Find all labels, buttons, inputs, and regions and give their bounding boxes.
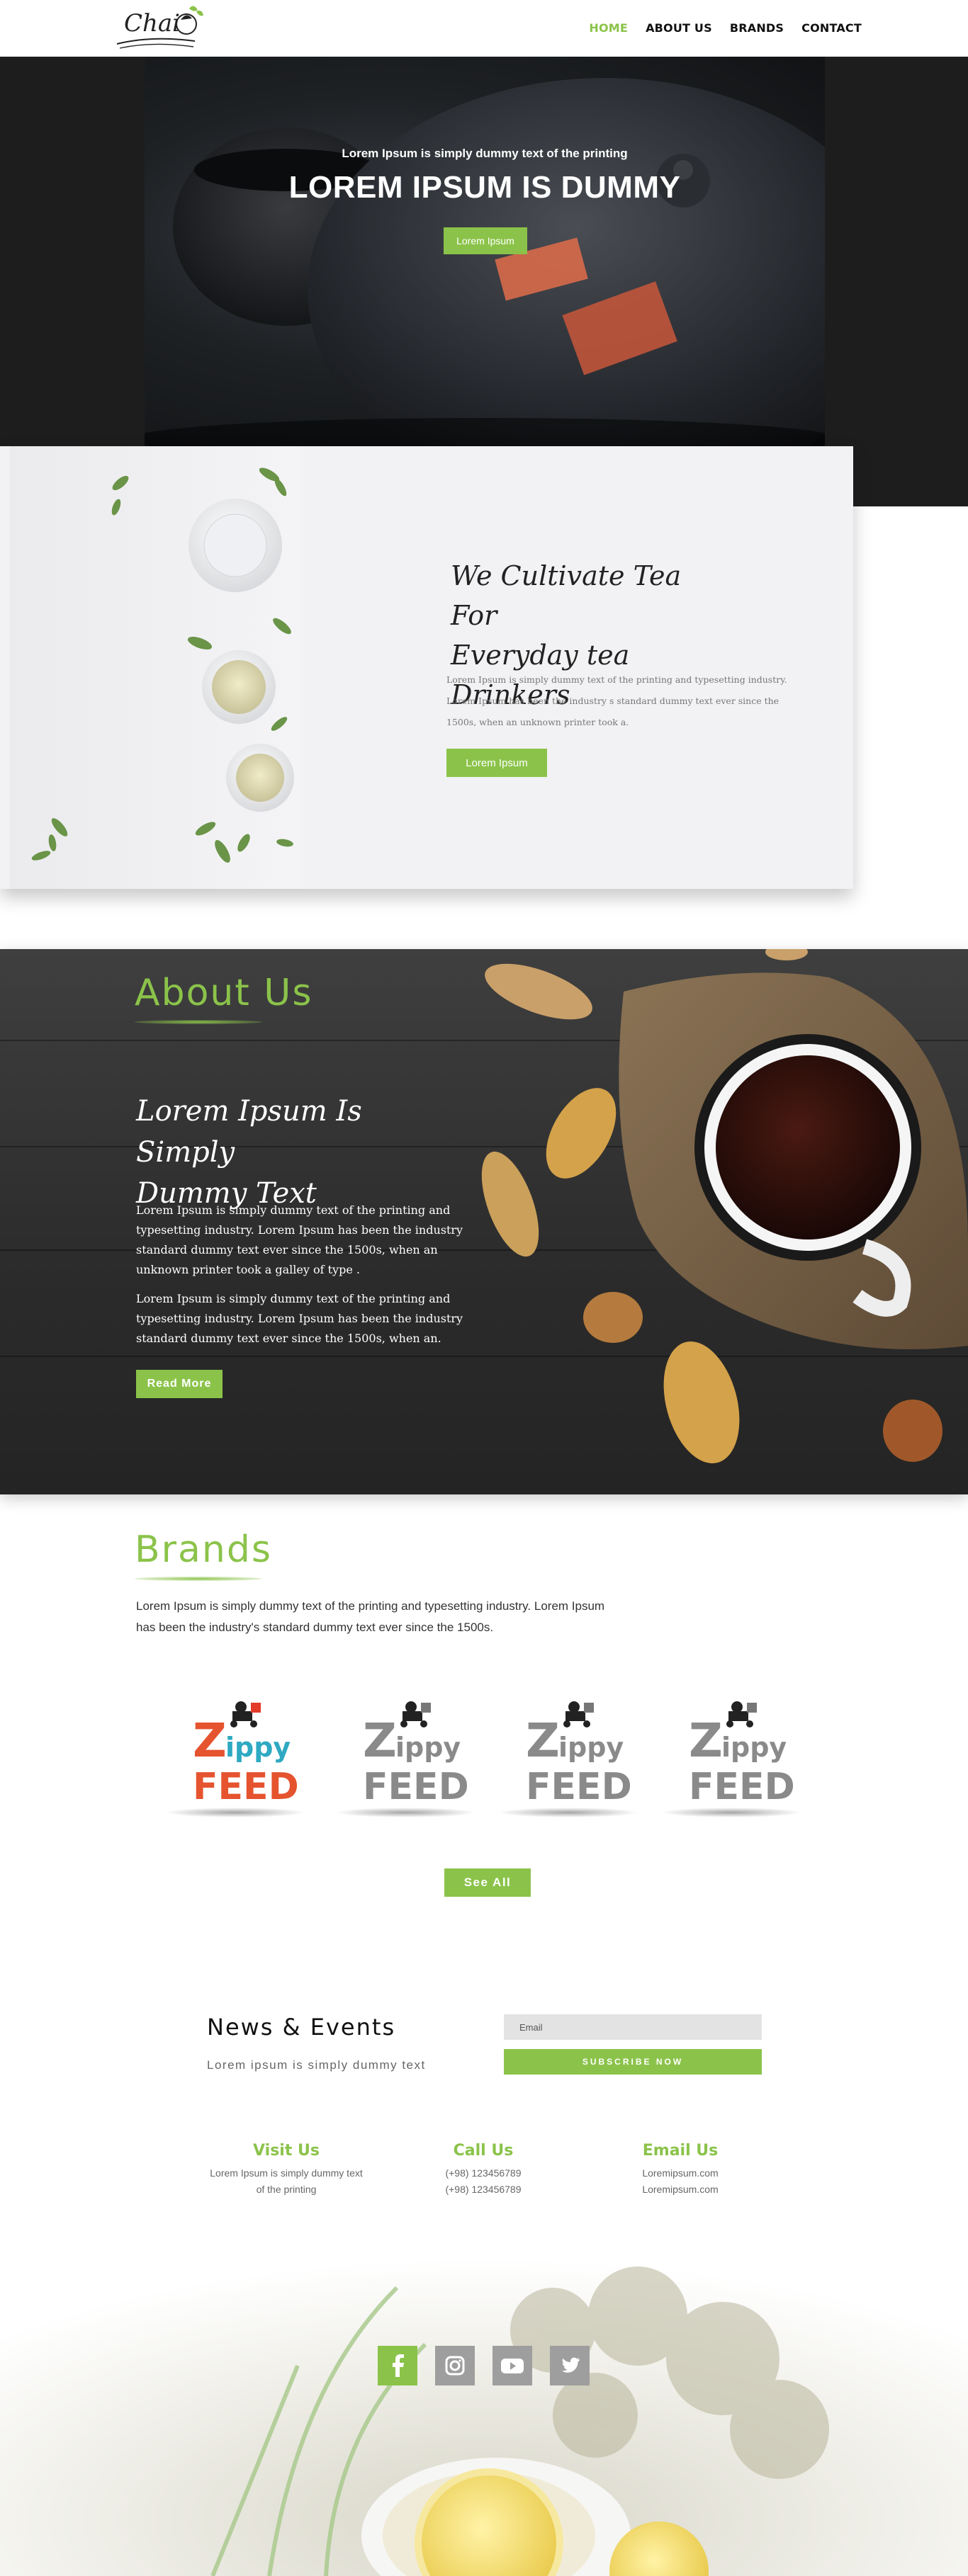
delivery-scooter-icon — [230, 1701, 261, 1727]
tea-cups-image — [10, 446, 300, 889]
call-title: Call Us — [453, 2142, 514, 2160]
visit-line-2: of the printing — [256, 2184, 317, 2195]
svg-text:ippy: ippy — [225, 1732, 291, 1763]
svg-text:Z: Z — [526, 1713, 560, 1768]
svg-text:Z: Z — [193, 1713, 227, 1768]
svg-text:Z: Z — [363, 1713, 397, 1768]
cultivate-section: We Cultivate Tea For Everyday tea Drinke… — [0, 446, 853, 889]
brand-logo-zippy-feed-grey[interactable]: Z ippy FEED — [497, 1693, 639, 1820]
nav-home[interactable]: HOME — [589, 21, 628, 35]
brand-shadow — [164, 1808, 306, 1817]
delivery-scooter-icon — [563, 1701, 594, 1727]
svg-text:FEED: FEED — [363, 1766, 469, 1808]
about-heading-line1: Lorem Ipsum Is Simply — [136, 1095, 362, 1169]
hero-cta-button[interactable]: Lorem Ipsum — [444, 227, 527, 254]
svg-text:FEED: FEED — [526, 1766, 632, 1808]
read-more-button[interactable]: Read More — [136, 1370, 223, 1398]
hero-overline: Lorem Ipsum is simply dummy text of the … — [342, 147, 628, 160]
brand-shadow — [334, 1808, 476, 1817]
brand-logo-zippy-feed-grey[interactable]: Z ippy FEED — [660, 1693, 802, 1820]
about-section: About Us Lorem Ipsum Is Simply Dummy Tex… — [0, 949, 968, 1494]
call-line-1[interactable]: (+98) 123456789 — [384, 2165, 583, 2181]
email-field[interactable] — [504, 2014, 762, 2040]
about-heading: Lorem Ipsum Is Simply Dummy Text — [136, 1091, 434, 1214]
visit-line-1: Lorem Ipsum is simply dummy text — [210, 2167, 363, 2179]
instagram-icon[interactable] — [435, 2346, 475, 2385]
contact-email: Email Us Loremipsum.com Loremipsum.com — [581, 2142, 780, 2198]
svg-text:FEED: FEED — [689, 1766, 795, 1808]
main-nav: HOME ABOUT US BRANDS CONTACT — [589, 21, 862, 35]
brands-title: Brands — [135, 1528, 272, 1571]
footer-tea-image — [0, 2203, 968, 2576]
see-all-button[interactable]: See All — [444, 1868, 531, 1897]
brands-description: Lorem Ipsum is simply dummy text of the … — [136, 1599, 605, 1634]
twitter-icon[interactable] — [550, 2346, 590, 2385]
svg-text:FEED: FEED — [193, 1766, 299, 1808]
contact-call: Call Us (+98) 123456789 (+98) 123456789 — [384, 2142, 583, 2198]
cultivate-title-line1: We Cultivate Tea For — [451, 560, 682, 631]
nav-brands[interactable]: BRANDS — [730, 21, 784, 35]
brands-title-underline — [135, 1577, 262, 1581]
email-line-1[interactable]: Loremipsum.com — [581, 2165, 780, 2181]
about-title: About Us — [135, 972, 313, 1014]
delivery-scooter-icon — [726, 1701, 757, 1727]
brand-logo-zippy-feed[interactable]: Z ippy FEED — [164, 1693, 306, 1820]
cultivate-cta-button[interactable]: Lorem Ipsum — [446, 749, 547, 777]
brand-shadow — [660, 1808, 802, 1817]
about-paragraph-2: Lorem Ipsum is simply dummy text of the … — [136, 1292, 463, 1345]
about-paragraph-1: Lorem Ipsum is simply dummy text of the … — [136, 1203, 463, 1276]
call-line-2[interactable]: (+98) 123456789 — [384, 2181, 583, 2198]
facebook-icon[interactable] — [378, 2346, 417, 2385]
cultivate-text: Lorem Ipsum is simply dummy text of the … — [446, 674, 787, 727]
nav-about-us[interactable]: ABOUT US — [646, 21, 712, 35]
svg-text:ippy: ippy — [395, 1732, 461, 1763]
news-title: News & Events — [207, 2014, 396, 2041]
svg-text:Z: Z — [689, 1713, 723, 1768]
contact-visit: Visit Us Lorem Ipsum is simply dummy tex… — [187, 2142, 385, 2198]
brand-logo-zippy-feed-grey[interactable]: Z ippy FEED — [334, 1693, 476, 1820]
news-subtitle: Lorem ipsum is simply dummy text — [207, 2058, 426, 2072]
svg-text:ippy: ippy — [721, 1732, 787, 1763]
nav-contact[interactable]: CONTACT — [801, 21, 862, 35]
hero-banner: Lorem Ipsum is simply dummy text of the … — [145, 57, 825, 446]
logo-text: Chai — [124, 9, 180, 38]
email-line-2[interactable]: Loremipsum.com — [581, 2181, 780, 2198]
site-logo[interactable]: Chai — [110, 1, 209, 55]
about-title-underline — [135, 1020, 262, 1024]
hero-title: LOREM IPSUM IS DUMMY — [288, 170, 681, 205]
delivery-scooter-icon — [400, 1701, 431, 1727]
visit-title: Visit Us — [253, 2142, 320, 2160]
site-header: Chai HOME ABOUT US BRANDS CONTACT — [0, 0, 968, 57]
subscribe-button[interactable]: SUBSCRIBE NOW — [504, 2049, 762, 2075]
email-title: Email Us — [642, 2142, 719, 2160]
brand-shadow — [497, 1808, 639, 1817]
svg-text:ippy: ippy — [558, 1732, 624, 1763]
youtube-icon[interactable] — [493, 2346, 532, 2385]
